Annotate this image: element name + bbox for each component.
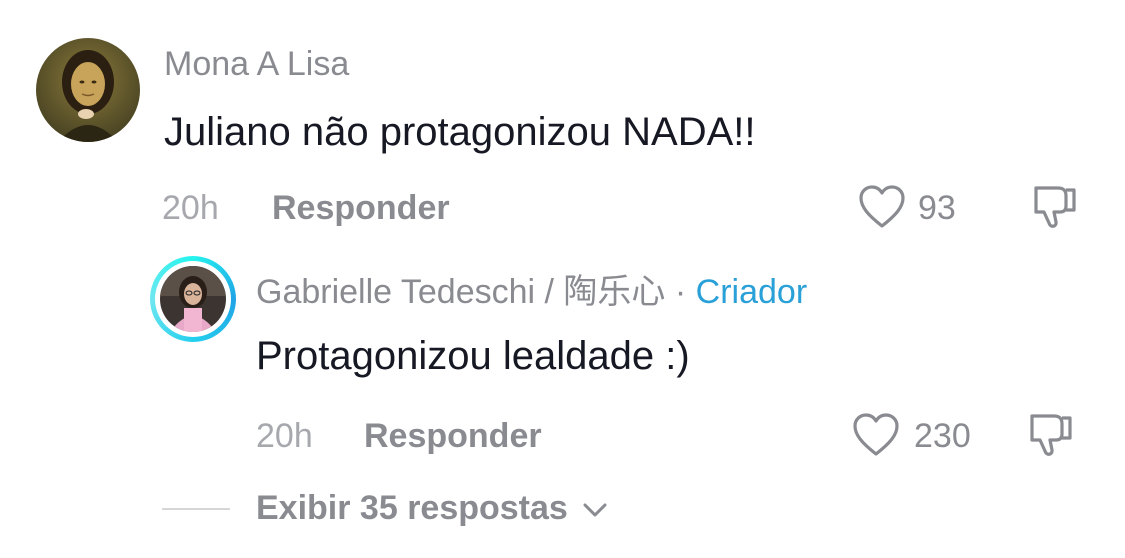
view-replies-label: Exibir 35 respostas xyxy=(256,489,568,527)
replies-divider xyxy=(162,508,230,510)
comment-username[interactable]: Mona A Lisa xyxy=(164,44,349,84)
like-button[interactable] xyxy=(858,184,906,230)
like-count: 93 xyxy=(918,189,956,227)
reply-reply-button[interactable]: Responder xyxy=(364,416,542,456)
dislike-icon xyxy=(1034,186,1076,228)
heart-outline-icon xyxy=(853,413,899,456)
avatar[interactable] xyxy=(36,38,140,142)
heart-outline-icon xyxy=(859,185,905,228)
reply-like-button[interactable] xyxy=(852,412,900,458)
dislike-button[interactable] xyxy=(1030,182,1080,232)
reply-username-row: Gabrielle Tedeschi / 陶乐心 · Criador xyxy=(256,272,807,312)
creator-badge: Criador xyxy=(695,273,808,311)
comment-text: Juliano não protagonizou NADA!! xyxy=(164,110,756,154)
avatar-image xyxy=(36,38,140,142)
reply-like-count: 230 xyxy=(914,417,971,455)
dislike-icon xyxy=(1030,414,1072,456)
username-separator: · xyxy=(665,273,696,311)
chevron-down-icon xyxy=(583,503,607,517)
avatar-image xyxy=(160,266,226,332)
reply-timestamp: 20h xyxy=(256,417,313,455)
creator-avatar[interactable] xyxy=(160,266,226,332)
reply-dislike-button[interactable] xyxy=(1026,410,1076,460)
comment-timestamp: 20h xyxy=(162,189,219,227)
view-replies-button[interactable]: Exibir 35 respostas xyxy=(256,488,609,528)
reply-username[interactable]: Gabrielle Tedeschi / 陶乐心 xyxy=(256,273,665,311)
reply-button[interactable]: Responder xyxy=(272,188,450,228)
reply-text: Protagonizou lealdade :) xyxy=(256,334,690,378)
